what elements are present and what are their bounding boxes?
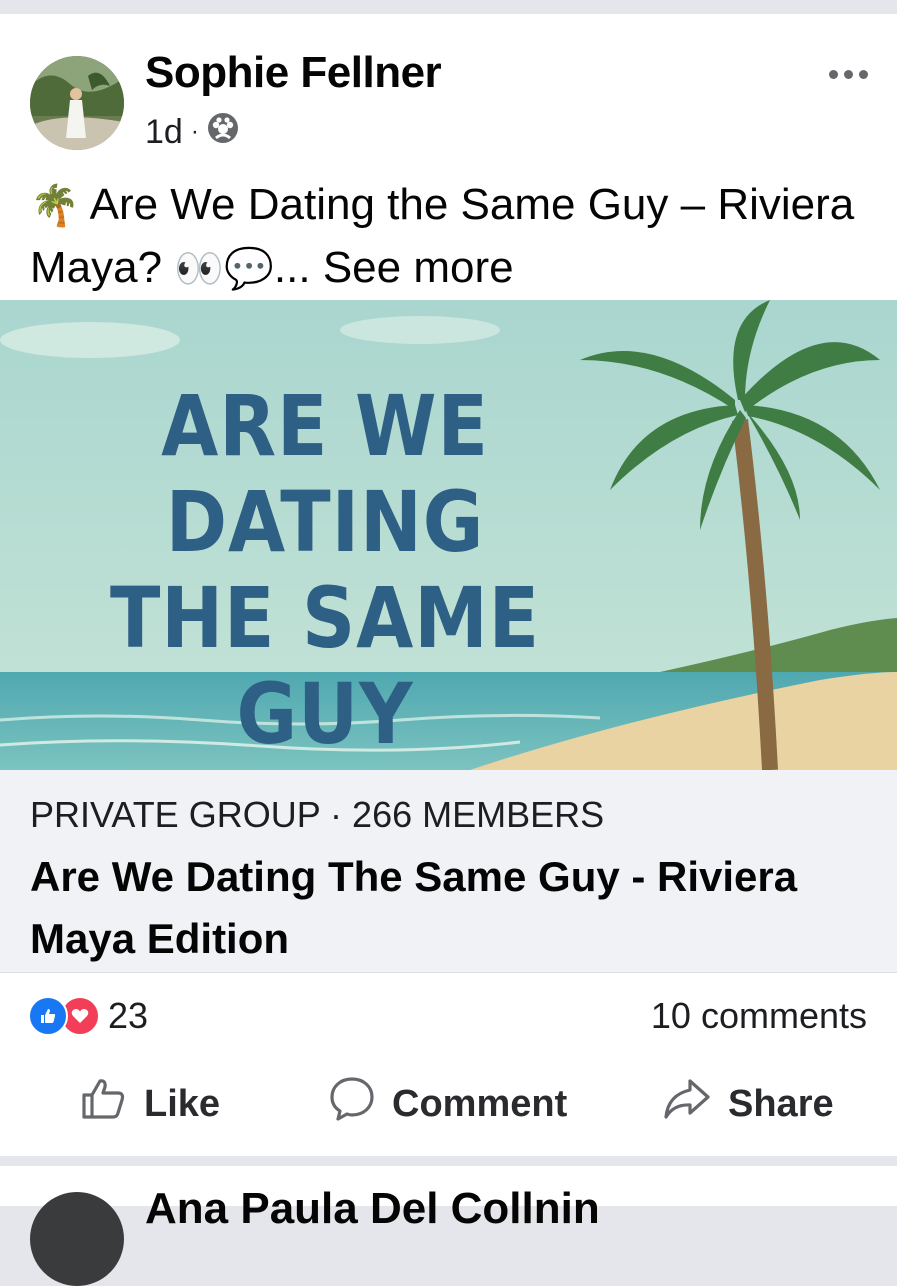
author-avatar[interactable]: [30, 56, 124, 150]
post-actions: Like Comment Share: [0, 1064, 897, 1144]
like-label: Like: [144, 1082, 221, 1125]
next-post-card: Ana Paula Del Collnin: [0, 1166, 897, 1286]
more-dot-icon: [858, 69, 868, 79]
meta-separator: ·: [190, 118, 199, 145]
next-post-avatar[interactable]: [30, 1192, 124, 1286]
banner-line-3: RIVIERA MAYA: [39, 762, 611, 770]
palm-tree-emoji: 🌴: [30, 184, 80, 228]
more-options-button[interactable]: [823, 54, 873, 94]
group-link-preview[interactable]: PRIVATE GROUP · 266 MEMBERS Are We Datin…: [0, 770, 897, 972]
post-text: 🌴 Are We Dating the Same Guy – Riviera M…: [30, 174, 870, 300]
avatar-photo: [30, 56, 124, 150]
comments-count[interactable]: 10 comments: [651, 994, 867, 1038]
group-banner-image[interactable]: ARE WE DATING THE SAME GUY RIVIERA MAYA: [0, 300, 897, 770]
more-dot-icon: [843, 69, 853, 79]
reaction-count: 23: [108, 995, 149, 1036]
comment-button[interactable]: Comment: [328, 1064, 567, 1144]
banner-line-2: THE SAME GUY: [109, 569, 541, 763]
post-card: Sophie Fellner 1d · 🌴 Are We Dating the …: [0, 14, 897, 1156]
like-button[interactable]: Like: [80, 1064, 220, 1144]
stats-divider: [0, 972, 897, 973]
next-post-author[interactable]: Ana Paula Del Collnin: [145, 1184, 600, 1234]
more-dot-icon: [828, 69, 838, 79]
eyes-speech-emoji: 👀💬: [174, 247, 274, 291]
author-name[interactable]: Sophie Fellner: [145, 48, 442, 98]
group-subtitle: PRIVATE GROUP · 266 MEMBERS: [30, 794, 605, 835]
group-privacy-icon: [207, 112, 239, 153]
group-name[interactable]: Are We Dating The Same Guy - Riviera May…: [30, 846, 850, 970]
share-label: Share: [728, 1082, 834, 1125]
comment-bubble-icon: [328, 1075, 376, 1133]
thumbs-up-icon: [80, 1075, 128, 1133]
post-ellipsis: ...: [273, 243, 323, 292]
like-icon: [28, 996, 68, 1036]
post-meta: 1d ·: [145, 110, 239, 154]
share-button[interactable]: Share: [662, 1064, 834, 1144]
banner-line-1: ARE WE DATING: [161, 377, 489, 571]
post-time[interactable]: 1d: [145, 113, 183, 152]
share-arrow-icon: [662, 1075, 712, 1133]
reactions-summary[interactable]: 23: [28, 994, 148, 1038]
comment-label: Comment: [392, 1082, 568, 1125]
see-more-link[interactable]: See more: [323, 243, 514, 292]
banner-title: ARE WE DATING THE SAME GUY RIVIERA MAYA: [39, 378, 611, 770]
